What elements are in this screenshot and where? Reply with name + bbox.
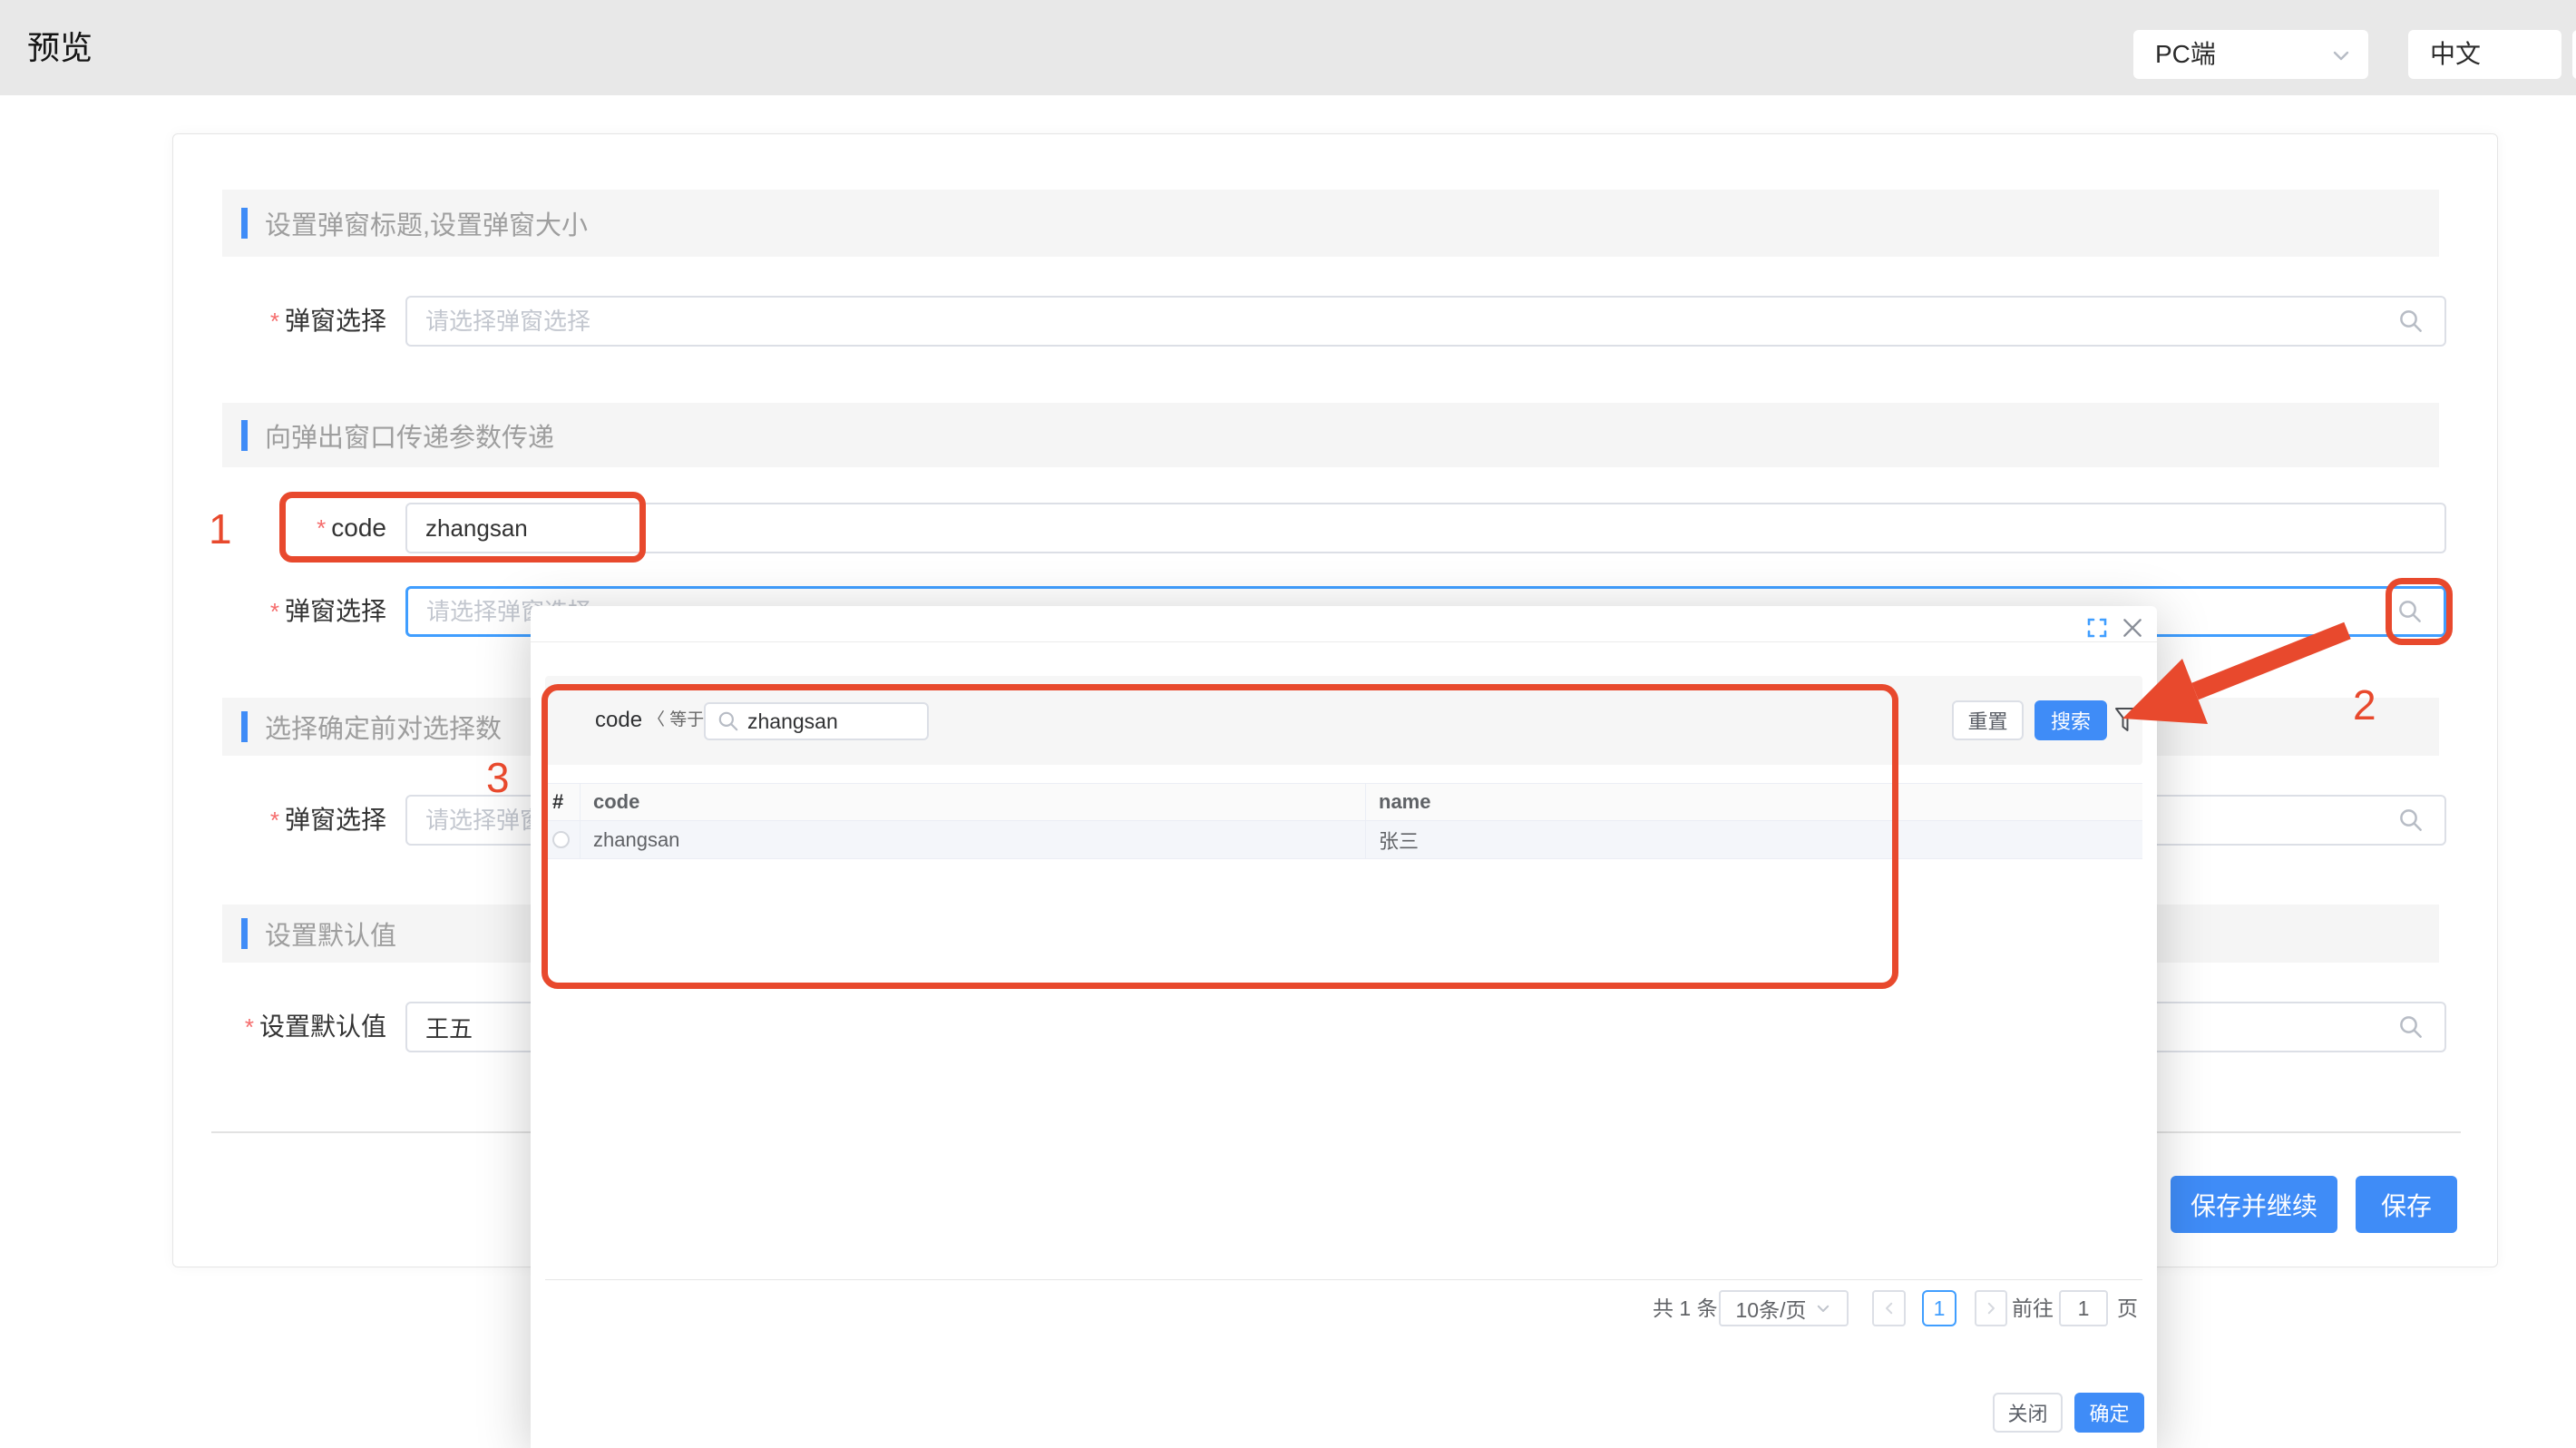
chevron-down-icon [2330,44,2352,66]
required-asterisk: * [245,1013,254,1041]
field-label-default: *设置默认值 [228,1002,386,1052]
search-value-field[interactable] [704,702,929,740]
table-row[interactable]: zhangsan 张三 [545,821,2142,859]
row-code-cell: zhangsan [581,821,1366,859]
result-table: # code name zhangsan 张三 [545,783,2142,859]
search-field-name: code [595,676,642,765]
col-index: # [545,784,581,821]
pagination-total: 共 1 条 [1653,1279,1718,1337]
filter-icon[interactable] [2114,704,2136,737]
table-header-row: # code name [545,783,2142,821]
section-accent-bar [241,918,248,949]
device-select-value: PC端 [2155,30,2216,79]
search-icon[interactable] [2397,308,2425,335]
section-header-popup-title: 设置弹窗标题,设置弹窗大小 [222,190,2439,257]
search-icon[interactable] [2397,1013,2425,1041]
field-label-popup1: *弹窗选择 [228,296,386,347]
required-asterisk: * [270,308,279,335]
section-accent-bar [241,420,248,451]
code-field[interactable] [405,503,2446,553]
goto-label: 前往 [2012,1279,2054,1337]
section-accent-bar [241,711,248,742]
search-icon[interactable] [2396,598,2424,625]
col-name: name [1366,784,2142,821]
search-icon [717,709,740,733]
annotation-number-2: 2 [2353,680,2376,729]
search-filter-bar: code 〈 等于 〉 重置 搜索 [545,676,2142,765]
fullscreen-icon[interactable] [2086,617,2108,639]
section-title: 选择确定前对选择数 [265,698,502,756]
chevron-down-icon [1815,1300,1831,1316]
page-title: 预览 [27,0,93,95]
page-unit-label: 页 [2117,1279,2138,1337]
page-size-value: 10条/页 [1736,1293,1807,1324]
popup1-select-field[interactable] [405,296,2446,347]
chevron-right-icon [1983,1300,1999,1316]
radio-icon[interactable] [552,831,570,848]
save-and-continue-button[interactable]: 保存并继续 [2171,1176,2337,1233]
popup-select-dialog: code 〈 等于 〉 重置 搜索 # code name [531,606,2157,1448]
goto-page-input[interactable]: 1 [2059,1290,2108,1326]
reset-button[interactable]: 重置 [1952,700,2024,740]
dialog-close-button[interactable]: 关闭 [1993,1393,2063,1433]
prev-page-button[interactable] [1872,1290,1906,1326]
code-input[interactable] [407,504,2444,552]
search-icon[interactable] [2397,807,2425,834]
field-label-popup3: *弹窗选择 [228,795,386,846]
section-title: 设置弹窗标题,设置弹窗大小 [265,190,588,257]
row-name-cell: 张三 [1366,821,2142,859]
table-bottom-border [545,1279,2142,1280]
next-page-button[interactable] [1975,1290,2007,1326]
section-title: 向弹出窗口传递参数传递 [265,403,554,467]
dialog-header [531,606,2157,642]
field-label-popup2: *弹窗选择 [228,586,386,637]
section-accent-bar [241,208,248,239]
required-asterisk: * [270,598,279,625]
save-button[interactable]: 保存 [2356,1176,2457,1233]
language-button[interactable]: 中文 [2408,30,2561,79]
required-asterisk: * [270,807,279,834]
section-title: 设置默认值 [265,905,396,963]
chevron-left-icon [1881,1300,1898,1316]
edge-partial-control [2572,30,2576,79]
popup1-input[interactable] [407,298,2444,345]
annotation-number-1: 1 [209,504,232,553]
close-icon[interactable] [2121,616,2144,640]
page-size-select[interactable]: 10条/页 [1719,1290,1849,1326]
device-select[interactable]: PC端 [2133,30,2368,79]
annotation-number-3: 3 [486,753,510,802]
search-button[interactable]: 搜索 [2034,700,2107,740]
page-number-current[interactable]: 1 [1922,1290,1956,1326]
required-asterisk: * [317,514,326,542]
dialog-confirm-button[interactable]: 确定 [2074,1393,2144,1433]
top-bar: 预览 PC端 中文 [0,0,2576,95]
screen: 预览 PC端 中文 设置弹窗标题,设置弹窗大小 *弹窗选择 向弹出窗口传递参数传… [0,0,2576,1448]
field-label-code: *code [228,503,386,553]
col-code: code [581,784,1366,821]
section-header-params: 向弹出窗口传递参数传递 [222,403,2439,467]
language-label: 中文 [2430,30,2481,79]
row-select-cell [545,821,581,859]
